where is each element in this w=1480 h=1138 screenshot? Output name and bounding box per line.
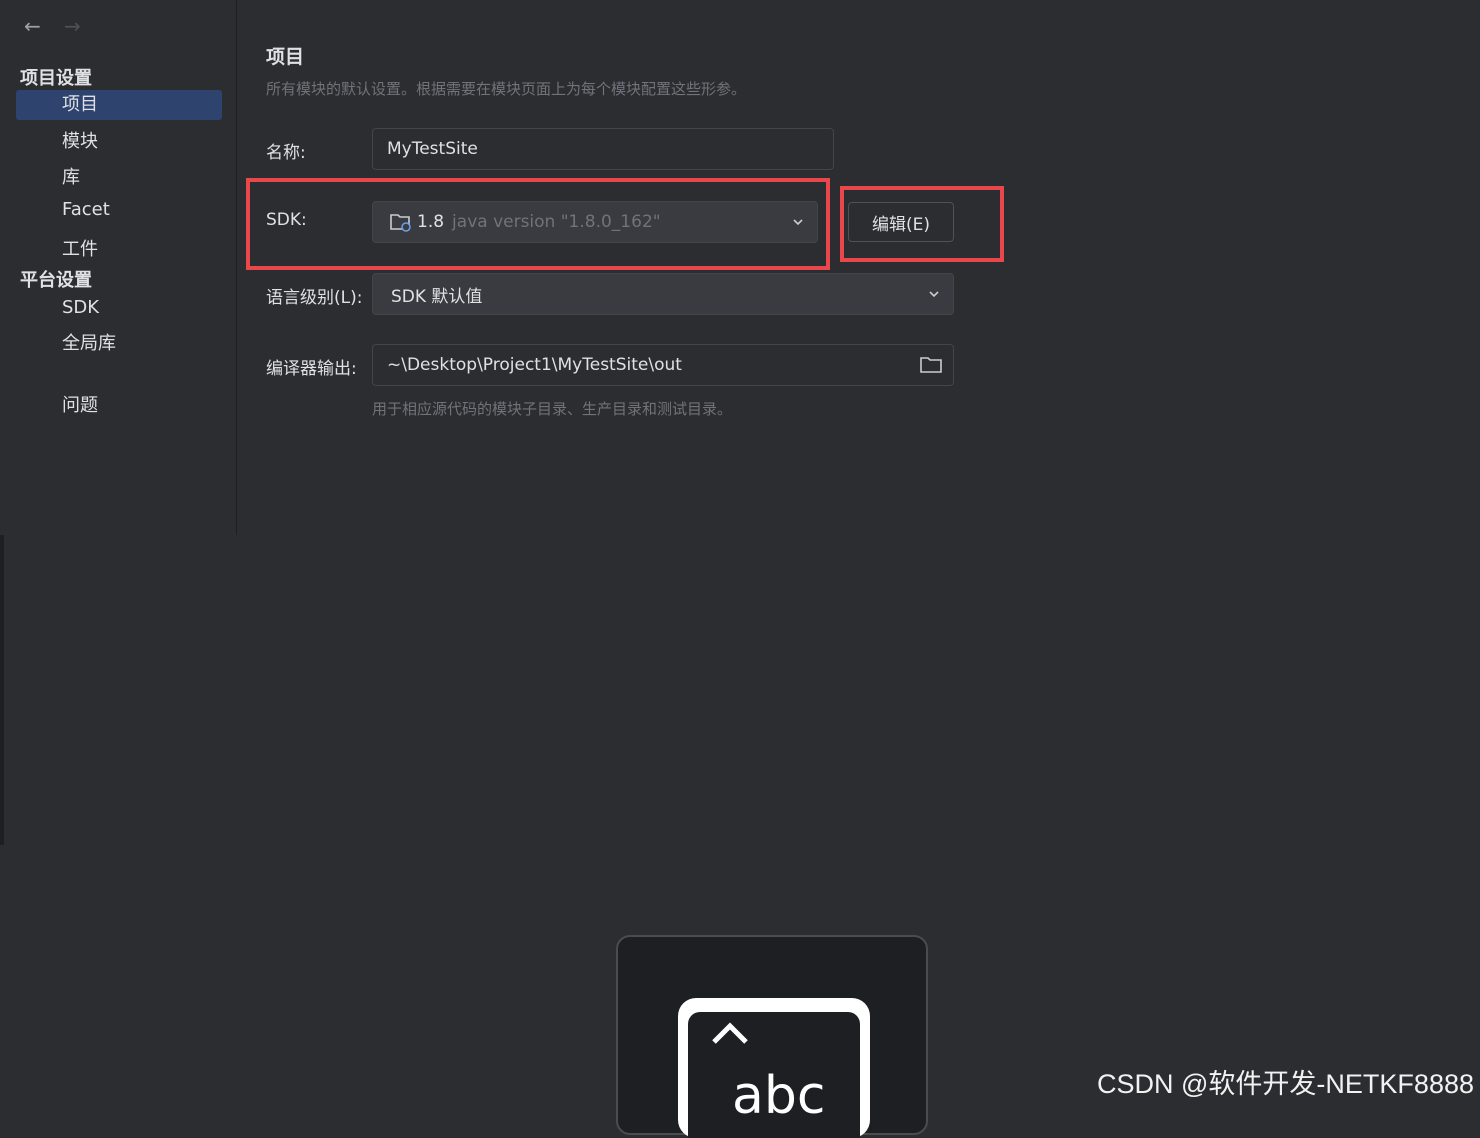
folder-browse-icon[interactable] (919, 355, 943, 375)
sidebar-item-problems[interactable]: 问题 (62, 391, 98, 417)
sidebar-item-libraries[interactable]: 库 (62, 163, 80, 189)
project-settings-header: 项目设置 (20, 68, 92, 89)
compiler-output-value: ~\Desktop\Project1\MyTestSite\out (387, 355, 682, 375)
name-field[interactable]: MyTestSite (372, 128, 834, 170)
language-level-value: SDK 默认值 (391, 286, 483, 307)
sidebar: ← → 项目设置 项目 模块 库 Facet 工件 平台设置 SDK 全局库 问… (0, 0, 237, 535)
sidebar-item-artifacts[interactable]: 工件 (62, 235, 98, 261)
sidebar-item-sdks[interactable]: SDK (62, 297, 99, 318)
watermark: CSDN @软件开发-NETKF8888 (1097, 1069, 1474, 1099)
language-level-label: 语言级别(L): (266, 288, 363, 308)
back-arrow-icon[interactable]: ← (24, 14, 41, 38)
sidebar-item-project[interactable]: 项目 (16, 90, 222, 120)
compiler-output-hint: 用于相应源代码的模块子目录、生产目录和测试目录。 (372, 400, 733, 418)
sidebar-edge (0, 535, 4, 845)
highlight-box-edit (840, 186, 1004, 262)
keycap-abc: abc (678, 998, 870, 1138)
language-level-select[interactable]: SDK 默认值 (372, 273, 954, 315)
highlight-box-sdk (246, 178, 830, 270)
forward-arrow-icon[interactable]: → (64, 14, 81, 38)
page-title: 项目 (266, 46, 305, 68)
caret-up-icon (712, 1022, 748, 1044)
sidebar-item-modules[interactable]: 模块 (62, 127, 98, 153)
page-description: 所有模块的默认设置。根据需要在模块页面上为每个模块配置这些形参。 (266, 80, 747, 98)
sidebar-item-global-libraries[interactable]: 全局库 (62, 329, 116, 355)
chevron-down-icon (929, 291, 939, 298)
compiler-output-field[interactable]: ~\Desktop\Project1\MyTestSite\out (372, 344, 954, 386)
name-value: MyTestSite (387, 139, 478, 159)
keycap-label: abc (732, 1066, 826, 1126)
name-label: 名称: (266, 143, 306, 163)
platform-settings-header: 平台设置 (20, 270, 92, 291)
compiler-output-label: 编译器输出: (266, 359, 357, 379)
sidebar-item-facets[interactable]: Facet (62, 199, 110, 220)
